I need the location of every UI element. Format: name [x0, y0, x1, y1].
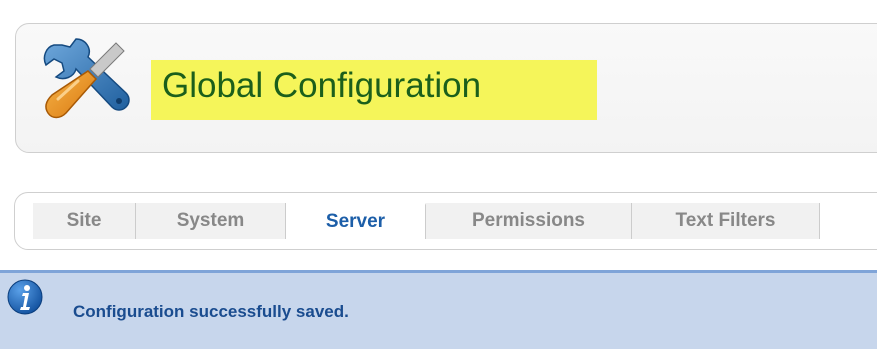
page-title: Global Configuration [162, 66, 482, 105]
info-icon [7, 279, 43, 315]
tab-list: Site System Server Permissions Text Filt… [33, 203, 820, 239]
tab-permissions[interactable]: Permissions [426, 203, 632, 239]
tab-site[interactable]: Site [33, 203, 136, 239]
tab-server[interactable]: Server [286, 203, 426, 239]
message-text: Configuration successfully saved. [73, 302, 349, 321]
tab-text-filters[interactable]: Text Filters [632, 203, 820, 239]
tab-system[interactable]: System [136, 203, 286, 239]
wrench-screwdriver-icon [43, 38, 130, 119]
